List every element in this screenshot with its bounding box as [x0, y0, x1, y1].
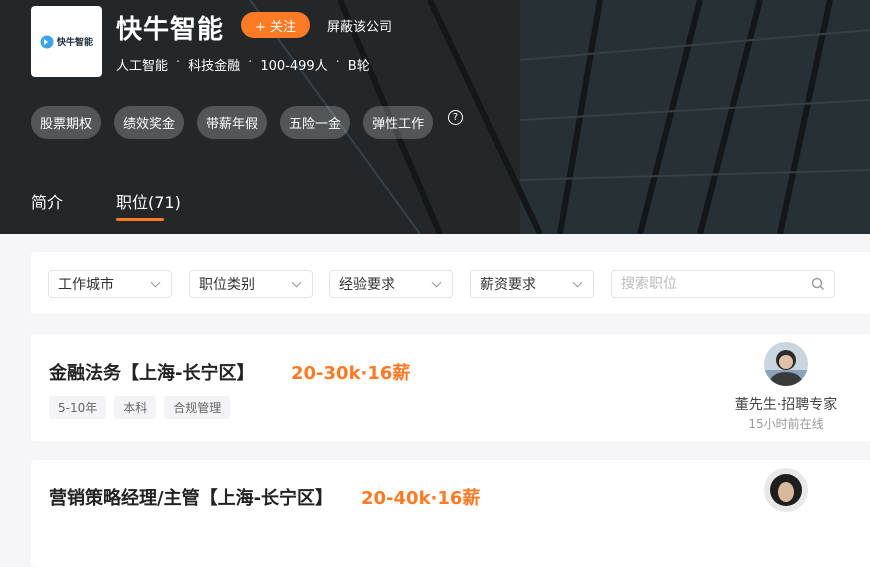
follow-button[interactable]: + 关注: [241, 12, 310, 38]
meta-size: 100-499人: [260, 59, 328, 74]
benefit-tag: 五险一金: [280, 106, 351, 139]
avatar-image: [764, 468, 808, 512]
category-select-label: 职位类别: [199, 277, 255, 293]
job-card[interactable]: 营销策略经理/主管【上海-长宁区】 20-40k·16薪: [31, 460, 870, 567]
company-logo: 快牛智能: [31, 6, 102, 77]
job-tag-experience: 5-10年: [49, 396, 107, 419]
experience-select[interactable]: 经验要求: [329, 270, 453, 298]
meta-separator: ·: [176, 55, 181, 70]
city-select[interactable]: 工作城市: [48, 270, 172, 298]
chevron-down-icon: [150, 277, 161, 287]
salary-select-label: 薪资要求: [480, 277, 536, 293]
benefit-tag: 弹性工作: [363, 106, 434, 139]
tab-intro[interactable]: 简介: [31, 189, 63, 213]
benefit-tags: 股票期权 绩效奖金 带薪年假 五险一金 弹性工作 ?: [31, 106, 464, 139]
chevron-down-icon: [431, 277, 442, 287]
job-title[interactable]: 营销策略经理/主管【上海-长宁区】: [49, 484, 333, 510]
meta-funding: B轮: [347, 59, 370, 74]
company-meta: 人工智能 · 科技金融 · 100-499人 · B轮: [116, 55, 370, 74]
job-salary: 20-30k·16薪: [291, 363, 411, 384]
block-company-link[interactable]: 屏蔽该公司: [327, 16, 392, 35]
city-select-label: 工作城市: [58, 277, 114, 293]
salary-select[interactable]: 薪资要求: [470, 270, 594, 298]
company-name: 快牛智能: [116, 15, 225, 45]
job-search-input[interactable]: [621, 276, 791, 292]
company-header: 快牛智能 快牛智能 + 关注 屏蔽该公司 人工智能 · 科技金融 · 100-4…: [0, 0, 870, 234]
active-tab-indicator: [116, 218, 164, 221]
meta-sector: 科技金融: [188, 59, 241, 74]
experience-select-label: 经验要求: [339, 277, 395, 293]
logo-icon: [40, 35, 54, 48]
meta-separator: ·: [248, 55, 253, 70]
job-card[interactable]: 金融法务【上海-长宁区】 20-30k·16薪 5-10年 本科 合规管理 董先…: [31, 334, 870, 441]
job-salary: 20-40k·16薪: [361, 488, 481, 509]
logo-text: 快牛智能: [56, 38, 93, 48]
job-title[interactable]: 金融法务【上海-长宁区】: [49, 359, 254, 385]
benefit-tag: 绩效奖金: [114, 106, 185, 139]
category-select[interactable]: 职位类别: [189, 270, 313, 298]
benefit-tag: 股票期权: [31, 106, 102, 139]
job-tag-skill: 合规管理: [164, 396, 231, 419]
tab-jobs[interactable]: 职位(71): [116, 189, 181, 213]
job-search-box[interactable]: [611, 270, 835, 298]
recruiter-avatar[interactable]: [764, 468, 808, 512]
avatar-image: [764, 342, 808, 386]
job-tag-education: 本科: [114, 396, 157, 419]
benefit-tag: 带薪年假: [197, 106, 268, 139]
help-icon[interactable]: ?: [448, 110, 464, 125]
recruiter-name: 董先生·招聘专家: [734, 397, 838, 413]
meta-separator: ·: [335, 55, 340, 70]
chevron-down-icon: [572, 277, 583, 287]
meta-industry: 人工智能: [116, 59, 169, 74]
filter-bar: 工作城市 职位类别 经验要求 薪资要求: [31, 252, 870, 314]
recruiter-avatar[interactable]: [764, 342, 808, 386]
chevron-down-icon: [291, 277, 302, 287]
search-icon[interactable]: [811, 277, 825, 291]
recruiter-online-status: 15小时前在线: [748, 417, 824, 431]
job-tags: 5-10年 本科 合规管理: [49, 396, 231, 419]
